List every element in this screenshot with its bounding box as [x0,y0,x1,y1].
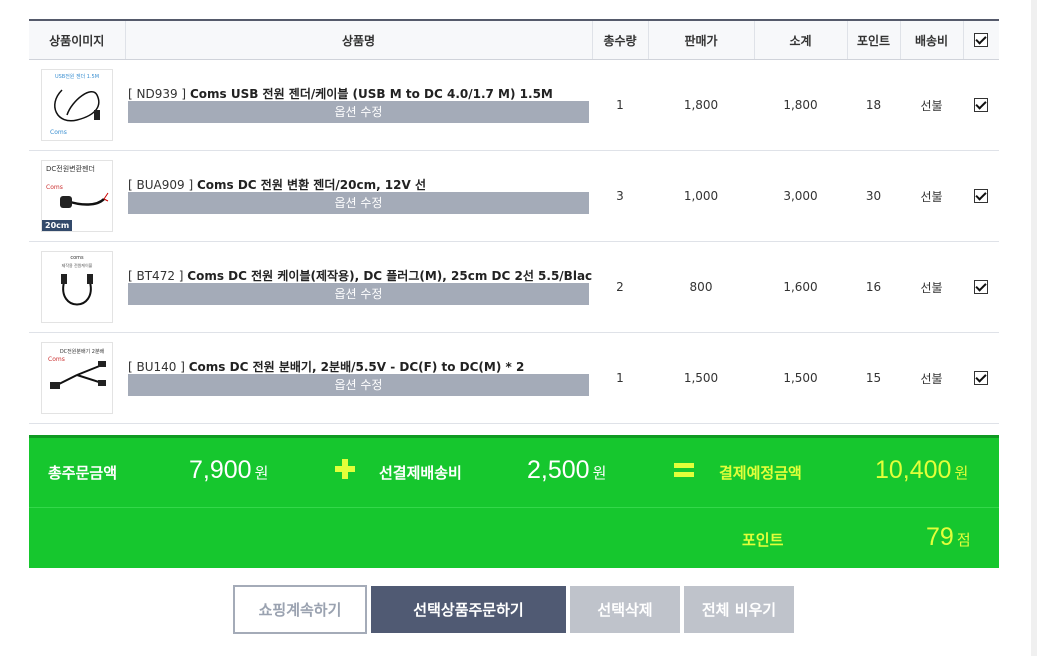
shipping-cell: 선불 [900,59,963,151]
option-edit-button[interactable]: 옵션 수정 [128,192,589,214]
subtotal-cell: 1,600 [754,241,847,333]
header-name: 상품명 [124,19,592,60]
points-cell: 18 [847,59,900,151]
qty-cell: 1 [592,332,648,424]
svg-text:Coms: Coms [46,184,63,191]
product-cable-icon: USB전원 젠더 1.5M Coms [50,73,100,136]
order-summary: 총주문금액 7,900 원 선결제배송비 2,500 원 결제예정금액 10,400… [29,435,999,568]
svg-text:coms: coms [70,255,84,261]
product-image[interactable]: DC전원분배기 2분배 Coms [41,342,113,414]
shipping-cell: 선불 [900,150,963,242]
select-all-checkbox[interactable] [974,33,989,48]
price-cell: 1,800 [648,59,754,151]
summary-totals-row: 총주문금액 7,900 원 선결제배송비 2,500 원 결제예정금액 10,400… [29,438,999,508]
payment-total-label: 결제예정금액 [719,464,802,482]
shipping-cell: 선불 [900,332,963,424]
qty-cell: 3 [592,150,648,242]
qty-cell: 1 [592,59,648,151]
table-row: DC전원분배기 2분배 Coms [ BU140 ] Coms DC 전원 분배… [29,332,999,424]
row-checkbox[interactable] [974,189,988,204]
shipping-fee-amount: 2,500 원 [527,456,607,484]
table-row: coms 제작용 전원케이블 [ BT472 ] Coms DC 전원 케이블(… [29,241,999,333]
option-edit-button[interactable]: 옵션 수정 [128,374,589,396]
plus-icon [335,459,355,479]
header-shipping: 배송비 [899,19,963,60]
points-label: 포인트 [742,531,784,549]
product-cable-icon: coms 제작용 전원케이블 [61,255,93,306]
qty-cell: 2 [592,241,648,333]
row-checkbox[interactable] [974,371,988,386]
cart-table: 상품이미지 상품명 총수량 판매가 소계 포인트 배송비 USB전원 젠더 1.… [29,19,999,424]
delete-selected-button[interactable]: 선택삭제 [570,586,680,633]
clear-cart-button[interactable]: 전체 비우기 [684,586,794,633]
product-name[interactable]: [ BU140 ] Coms DC 전원 분배기, 2분배/5.5V - DC(… [128,360,592,374]
page-scrollbar[interactable] [1031,0,1037,656]
table-row: USB전원 젠더 1.5M Coms [ ND939 ] Coms USB 전원… [29,59,999,151]
subtotal-cell: 1,500 [754,332,847,424]
option-edit-button[interactable]: 옵션 수정 [128,101,589,123]
subtotal-cell: 3,000 [754,150,847,242]
svg-text:DC전원변환젠더: DC전원변환젠더 [46,164,95,173]
points-cell: 30 [847,150,900,242]
subtotal-cell: 1,800 [754,59,847,151]
order-selected-button[interactable]: 선택상품주문하기 [371,586,566,633]
svg-text:제작용 전원케이블: 제작용 전원케이블 [62,262,93,268]
product-image[interactable]: USB전원 젠더 1.5M Coms [41,69,113,141]
header-qty: 총수량 [591,19,648,60]
header-price: 판매가 [647,19,754,60]
svg-text:USB전원 젠더 1.5M: USB전원 젠더 1.5M [55,73,99,80]
total-order-label: 총주문금액 [48,464,118,482]
points-amount: 79 점 [926,523,971,551]
product-name[interactable]: [ ND939 ] Coms USB 전원 젠더/케이블 (USB M to D… [128,87,592,101]
table-header-row: 상품이미지 상품명 총수량 판매가 소계 포인트 배송비 [29,19,999,60]
table-row: DC전원변환젠더 Coms 20cm [ BUA909 ] Coms DC 전원… [29,150,999,242]
product-image[interactable]: DC전원변환젠더 Coms 20cm [41,160,113,232]
header-image: 상품이미지 [29,19,125,60]
shipping-cell: 선불 [900,241,963,333]
product-name[interactable]: [ BUA909 ] Coms DC 전원 변환 젠더/20cm, 12V 선 [128,178,592,192]
price-cell: 1,000 [648,150,754,242]
total-order-amount: 7,900 원 [189,456,269,484]
svg-text:Coms: Coms [50,129,67,136]
equals-icon [674,463,694,477]
product-cable-icon: DC전원분배기 2분배 Coms [48,348,106,389]
points-cell: 15 [847,332,900,424]
price-cell: 1,500 [648,332,754,424]
row-checkbox[interactable] [974,98,988,113]
row-checkbox[interactable] [974,280,988,295]
product-image[interactable]: coms 제작용 전원케이블 [41,251,113,323]
points-cell: 16 [847,241,900,333]
shipping-fee-label: 선결제배송비 [379,464,462,482]
header-subtotal: 소계 [753,19,847,60]
svg-text:Coms: Coms [48,356,65,363]
svg-text:DC전원분배기 2분배: DC전원분배기 2분배 [60,348,105,355]
header-points: 포인트 [846,19,900,60]
header-select-all[interactable] [962,19,999,60]
length-badge: 20cm [42,220,73,231]
payment-total-amount: 10,400 원 [875,456,969,484]
option-edit-button[interactable]: 옵션 수정 [128,283,589,305]
product-name[interactable]: [ BT472 ] Coms DC 전원 케이블(제작용), DC 플러그(M)… [128,269,592,283]
continue-shopping-button[interactable]: 쇼핑계속하기 [233,585,367,634]
price-cell: 800 [648,241,754,333]
